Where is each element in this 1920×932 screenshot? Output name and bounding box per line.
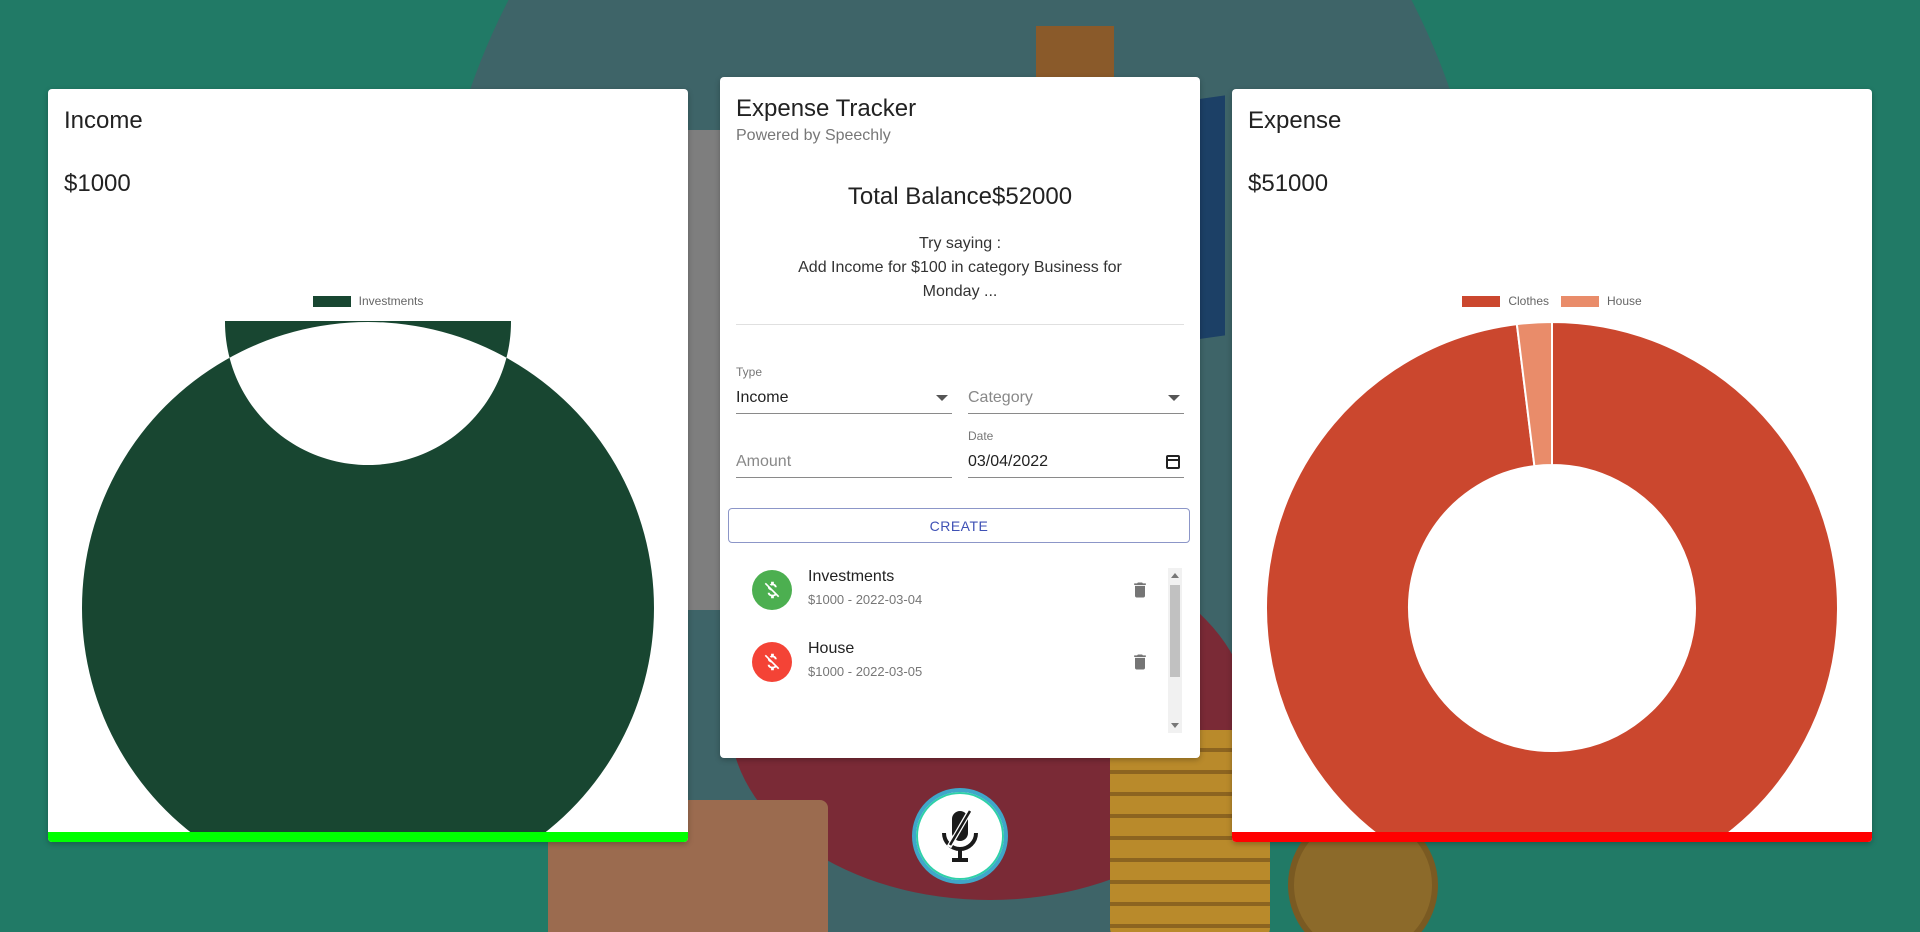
scroll-thumb[interactable] [1170, 585, 1180, 677]
create-button[interactable]: CREATE [728, 508, 1190, 543]
expense-legend-label: House [1607, 294, 1642, 308]
delete-icon[interactable] [1130, 580, 1150, 605]
voice-hint-line1: Try saying : [918, 235, 1002, 252]
income-title: Income [64, 107, 143, 134]
voice-hint: Try saying : Add Income for $100 in cate… [780, 232, 1140, 304]
microphone-button[interactable] [912, 788, 1008, 884]
expense-donut-chart[interactable] [1265, 321, 1839, 842]
income-donut-chart[interactable] [81, 321, 655, 842]
date-value: 03/04/2022 [968, 453, 1049, 470]
expense-legend[interactable]: Clothes House [1232, 294, 1872, 308]
expense-tracker-card: Expense Tracker Powered by Speechly Tota… [720, 77, 1200, 758]
divider [736, 324, 1184, 325]
income-legend-item[interactable]: Investments [312, 294, 424, 308]
expense-legend-item[interactable]: Clothes [1462, 294, 1549, 308]
category-placeholder: Category [968, 389, 1033, 406]
type-label: Type [736, 365, 763, 379]
transaction-list-scrollbar[interactable] [1168, 568, 1182, 733]
income-legend-label: Investments [358, 294, 424, 308]
money-off-icon [752, 642, 792, 682]
expense-bottom-bar [1232, 832, 1872, 842]
scroll-up-arrow-icon[interactable] [1171, 573, 1179, 578]
transaction-list[interactable]: Investments $1000 - 2022-03-04 House $10… [736, 568, 1174, 733]
amount-placeholder: Amount [736, 453, 792, 470]
expense-legend-swatch [1462, 295, 1501, 307]
income-total: $1000 [64, 170, 131, 197]
income-card: Income $1000 Investments [48, 89, 688, 842]
amount-input[interactable]: Amount [736, 429, 952, 478]
date-input[interactable]: Date 03/04/2022 [968, 429, 1184, 478]
transaction-name: House [808, 640, 855, 657]
tracker-subtitle: Powered by Speechly [736, 127, 891, 144]
expense-total: $51000 [1248, 170, 1329, 197]
chevron-down-icon [936, 395, 948, 401]
date-label: Date [968, 429, 994, 443]
transaction-detail: $1000 - 2022-03-04 [808, 592, 923, 607]
money-off-icon [752, 570, 792, 610]
tracker-title: Expense Tracker [736, 95, 917, 122]
list-item[interactable]: Investments $1000 - 2022-03-04 [736, 568, 1156, 628]
voice-hint-line2: Add Income for $100 in category Business… [798, 259, 1122, 300]
income-legend[interactable]: Investments [48, 294, 688, 308]
expense-legend-item[interactable]: House [1561, 294, 1642, 308]
calendar-icon[interactable] [1166, 455, 1180, 469]
type-value: Income [736, 389, 789, 406]
expense-legend-label: Clothes [1508, 294, 1549, 308]
list-item[interactable]: House $1000 - 2022-03-05 [736, 640, 1156, 700]
expense-title: Expense [1248, 107, 1342, 134]
expense-legend-swatch [1561, 295, 1599, 307]
microphone-off-icon [942, 807, 978, 862]
type-select[interactable]: Type Income [736, 365, 952, 414]
transaction-name: Investments [808, 568, 895, 585]
income-legend-swatch [312, 295, 351, 307]
expense-card: Expense $51000 Clothes House [1232, 89, 1872, 842]
delete-icon[interactable] [1130, 652, 1150, 677]
total-balance: Total Balance$52000 [847, 183, 1073, 210]
scroll-down-arrow-icon[interactable] [1171, 723, 1179, 728]
chevron-down-icon [1168, 395, 1180, 401]
category-select[interactable]: Category [968, 365, 1184, 414]
income-bottom-bar [48, 832, 688, 842]
transaction-detail: $1000 - 2022-03-05 [808, 664, 923, 679]
